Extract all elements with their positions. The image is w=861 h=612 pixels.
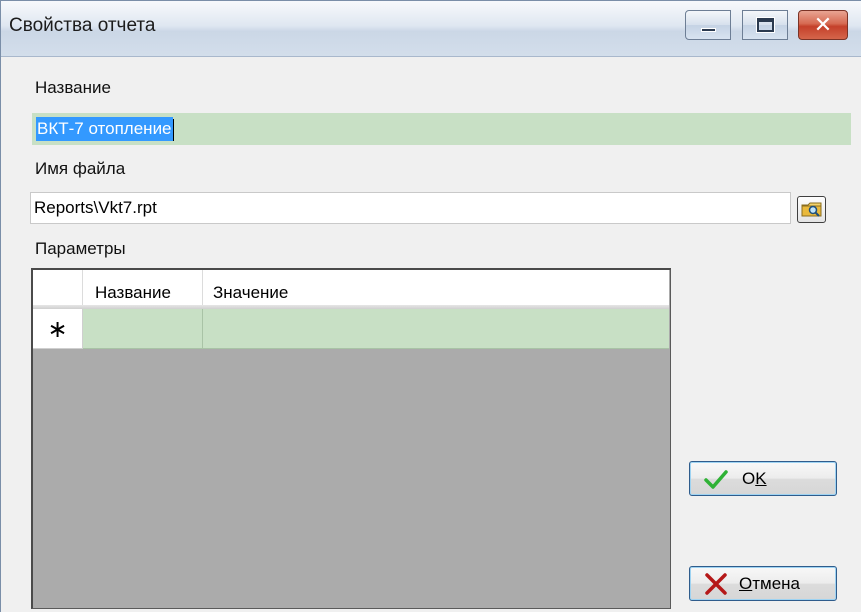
folder-search-icon: [801, 202, 822, 217]
parameters-grid[interactable]: Название Значение ∗: [31, 268, 671, 609]
browse-file-button[interactable]: [797, 196, 826, 223]
minimize-icon: [701, 28, 716, 32]
cell-name[interactable]: [83, 309, 203, 349]
cancel-button-label: Отмена: [739, 574, 801, 593]
close-icon: ✕: [813, 12, 833, 37]
file-name-label: Имя файла: [35, 159, 126, 178]
maximize-icon: [757, 18, 774, 32]
name-input[interactable]: ВКТ-7 отопление: [32, 113, 851, 145]
table-row-new[interactable]: ∗: [33, 309, 669, 349]
cell-value[interactable]: [203, 309, 669, 349]
new-row-marker-icon: ∗: [33, 309, 83, 349]
column-header-value[interactable]: Значение: [203, 270, 669, 309]
parameters-label: Параметры: [35, 239, 126, 258]
grid-header: Название Значение: [33, 270, 670, 309]
ok-button-label: OK: [742, 469, 767, 488]
cancel-button[interactable]: Отмена: [689, 566, 837, 601]
report-properties-dialog: Свойства отчета ✕ Название ВКТ-7 отоплен…: [0, 0, 861, 612]
checkmark-icon: [704, 470, 728, 489]
title-bar[interactable]: Свойства отчета ✕: [1, 1, 861, 57]
text-caret: [172, 118, 174, 141]
maximize-button[interactable]: [742, 10, 788, 40]
column-header-name[interactable]: Название: [83, 270, 203, 309]
ok-button[interactable]: OK: [689, 461, 837, 496]
red-x-icon: [705, 573, 727, 595]
minimize-button[interactable]: [685, 10, 731, 40]
grid-corner-cell: [33, 270, 83, 309]
close-button[interactable]: ✕: [798, 10, 848, 40]
name-input-value: ВКТ-7 отопление: [36, 117, 173, 141]
window-title: Свойства отчета: [9, 15, 156, 36]
name-label: Название: [35, 78, 111, 97]
file-name-input[interactable]: Reports\Vkt7.rpt: [30, 192, 791, 224]
file-name-value: Reports\Vkt7.rpt: [34, 198, 157, 217]
